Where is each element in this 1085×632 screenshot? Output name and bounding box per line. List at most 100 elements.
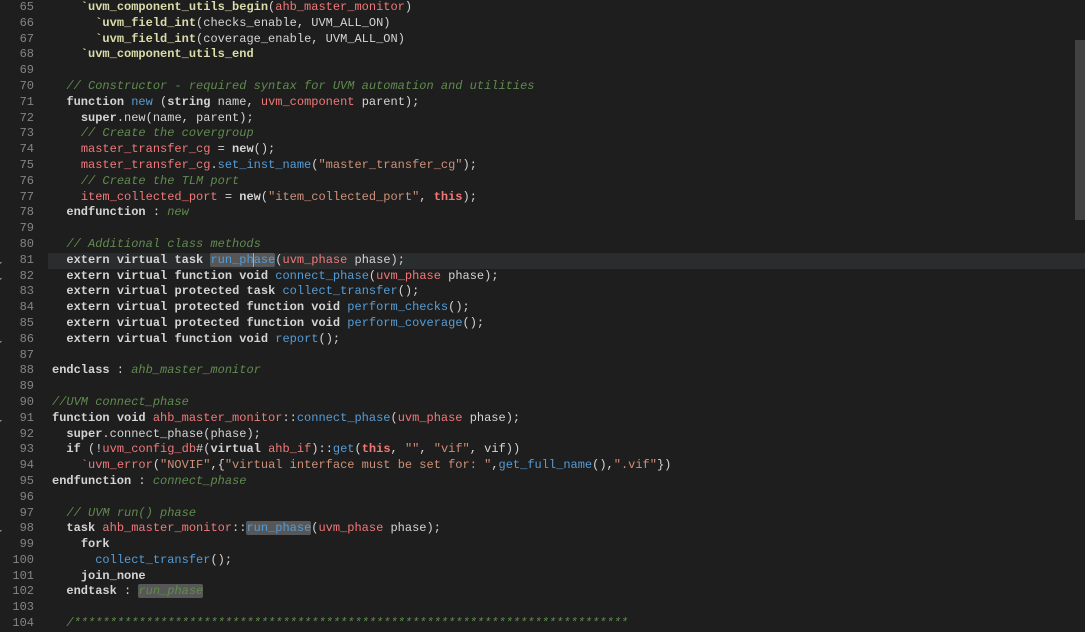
line-number[interactable]: 90	[8, 395, 34, 411]
code-line[interactable]: `uvm_error("NOVIF",{"virtual interface m…	[52, 458, 1085, 474]
line-number[interactable]: 72	[8, 111, 34, 127]
code-line[interactable]: `uvm_component_utils_end	[52, 47, 1085, 63]
code-line[interactable]: `uvm_field_int(checks_enable, UVM_ALL_ON…	[52, 16, 1085, 32]
fold-chevron-icon[interactable]: ⌄	[0, 413, 4, 429]
line-number[interactable]: 102	[8, 584, 34, 600]
code-line[interactable]: extern virtual protected function void p…	[52, 300, 1085, 316]
line-number[interactable]: 94	[8, 458, 34, 474]
line-number[interactable]: 89	[8, 379, 34, 395]
text-cursor	[253, 253, 254, 267]
line-number[interactable]: 65	[8, 0, 34, 16]
code-token: extern	[66, 316, 109, 330]
code-line[interactable]: extern virtual function void connect_pha…	[52, 269, 1085, 285]
code-line[interactable]: extern virtual protected task collect_tr…	[52, 284, 1085, 300]
line-number[interactable]: 100	[8, 553, 34, 569]
code-line[interactable]	[52, 348, 1085, 364]
code-line[interactable]: super.connect_phase(phase);	[52, 427, 1085, 443]
line-number[interactable]: 84	[8, 300, 34, 316]
line-number[interactable]: 74	[8, 142, 34, 158]
code-line[interactable]: join_none	[52, 569, 1085, 585]
code-line[interactable]	[52, 600, 1085, 616]
line-number[interactable]: 88	[8, 363, 34, 379]
scrollbar-thumb[interactable]	[1075, 40, 1085, 220]
code-line[interactable]: //UVM connect_phase	[52, 395, 1085, 411]
line-number[interactable]: 83	[8, 284, 34, 300]
code-line[interactable]: function new (string name, uvm_component…	[52, 95, 1085, 111]
line-number[interactable]: 81⌄	[8, 253, 34, 269]
line-number[interactable]: 86⌄	[8, 332, 34, 348]
code-line[interactable]: collect_transfer();	[52, 553, 1085, 569]
line-number[interactable]: 82⌄	[8, 269, 34, 285]
line-number[interactable]: 77	[8, 190, 34, 206]
code-token	[52, 142, 81, 156]
line-number[interactable]: 93	[8, 442, 34, 458]
line-number-gutter[interactable]: 6566676869707172737475767778798081⌄82⌄83…	[0, 0, 48, 629]
code-line[interactable]: endtask : run_phase	[52, 584, 1085, 600]
code-line[interactable]: extern virtual protected function void p…	[52, 316, 1085, 332]
fold-chevron-icon[interactable]: ⌄	[0, 255, 4, 271]
code-area[interactable]: `uvm_component_utils_begin(ahb_master_mo…	[48, 0, 1085, 629]
line-number[interactable]: 96	[8, 490, 34, 506]
code-line[interactable]: master_transfer_cg.set_inst_name("master…	[52, 158, 1085, 174]
code-token	[52, 458, 81, 472]
line-number[interactable]: 91⌄	[8, 411, 34, 427]
line-number[interactable]: 69	[8, 63, 34, 79]
code-line[interactable]	[52, 63, 1085, 79]
code-line[interactable]: `uvm_component_utils_begin(ahb_master_mo…	[52, 0, 1085, 16]
fold-chevron-icon[interactable]: ⌄	[0, 334, 4, 350]
code-editor[interactable]: 6566676869707172737475767778798081⌄82⌄83…	[0, 0, 1085, 629]
code-line[interactable]: /***************************************…	[52, 616, 1085, 632]
line-number[interactable]: 68	[8, 47, 34, 63]
code-line[interactable]	[52, 490, 1085, 506]
line-number[interactable]: 76	[8, 174, 34, 190]
line-number[interactable]: 85	[8, 316, 34, 332]
code-token: connect_phase	[275, 269, 369, 283]
code-line[interactable]: endfunction : connect_phase	[52, 474, 1085, 490]
code-line[interactable]: task ahb_master_monitor::run_phase(uvm_p…	[52, 521, 1085, 537]
code-token: set_inst_name	[218, 158, 312, 172]
line-number[interactable]: 104	[8, 616, 34, 632]
code-token: (),	[592, 458, 614, 472]
code-line[interactable]: extern virtual task run_phase(uvm_phase …	[52, 253, 1085, 269]
line-number[interactable]: 98⌄	[8, 521, 34, 537]
code-line[interactable]: super.new(name, parent);	[52, 111, 1085, 127]
line-number[interactable]: 97	[8, 506, 34, 522]
code-token: item_collected_port	[81, 190, 218, 204]
code-line[interactable]: // Additional class methods	[52, 237, 1085, 253]
code-line[interactable]: item_collected_port = new("item_collecte…	[52, 190, 1085, 206]
code-line[interactable]: if (!uvm_config_db#(virtual ahb_if)::get…	[52, 442, 1085, 458]
code-line[interactable]: `uvm_field_int(coverage_enable, UVM_ALL_…	[52, 32, 1085, 48]
code-line[interactable]	[52, 379, 1085, 395]
fold-chevron-icon[interactable]: ⌄	[0, 523, 4, 539]
line-number[interactable]: 103	[8, 600, 34, 616]
line-number[interactable]: 92	[8, 427, 34, 443]
code-line[interactable]: // Create the covergroup	[52, 126, 1085, 142]
code-line[interactable]: endfunction : new	[52, 205, 1085, 221]
line-number[interactable]: 67	[8, 32, 34, 48]
line-number[interactable]: 71	[8, 95, 34, 111]
line-number[interactable]: 95	[8, 474, 34, 490]
line-number[interactable]: 101	[8, 569, 34, 585]
line-number[interactable]: 80	[8, 237, 34, 253]
line-number[interactable]: 66	[8, 16, 34, 32]
code-line[interactable]	[52, 221, 1085, 237]
code-token: (	[390, 411, 397, 425]
line-number[interactable]: 99	[8, 537, 34, 553]
code-line[interactable]: // UVM run() phase	[52, 506, 1085, 522]
fold-chevron-icon[interactable]: ⌄	[0, 271, 4, 287]
line-number[interactable]: 78	[8, 205, 34, 221]
code-line[interactable]: extern virtual function void report();	[52, 332, 1085, 348]
line-number[interactable]: 70	[8, 79, 34, 95]
code-line[interactable]: master_transfer_cg = new();	[52, 142, 1085, 158]
line-number[interactable]: 73	[8, 126, 34, 142]
code-line[interactable]: // Create the TLM port	[52, 174, 1085, 190]
code-token: phase);	[463, 411, 521, 425]
code-line[interactable]: // Constructor - required syntax for UVM…	[52, 79, 1085, 95]
line-number[interactable]: 75	[8, 158, 34, 174]
code-line[interactable]: endclass : ahb_master_monitor	[52, 363, 1085, 379]
line-number[interactable]: 87	[8, 348, 34, 364]
code-line[interactable]: fork	[52, 537, 1085, 553]
line-number[interactable]: 79	[8, 221, 34, 237]
vertical-scrollbar[interactable]	[1075, 0, 1085, 629]
code-line[interactable]: function void ahb_master_monitor::connec…	[52, 411, 1085, 427]
